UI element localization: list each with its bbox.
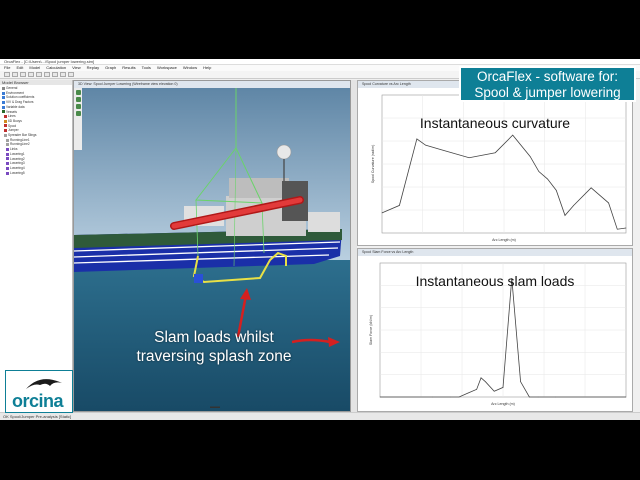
data-point bbox=[425, 144, 426, 146]
data-point bbox=[432, 396, 434, 398]
slam-plot-window[interactable]: Spool Slam Force vs Arc Length Arc Lengt… bbox=[357, 248, 633, 412]
tree-node-icon bbox=[6, 138, 9, 142]
tree-node-icon bbox=[6, 166, 9, 170]
annotation-line-2: traversing splash zone bbox=[136, 348, 292, 365]
data-point bbox=[381, 212, 383, 214]
tree-node-icon bbox=[6, 171, 9, 175]
data-point bbox=[467, 392, 469, 394]
wizard-icon[interactable] bbox=[68, 72, 74, 77]
y-axis-label: Spool Curvature (rad/m) bbox=[371, 145, 375, 184]
data-point bbox=[520, 381, 521, 382]
model-browser: Model Browser General Environment Solution… bbox=[0, 80, 73, 412]
slam-annotation: Slam loads whilst traversing splash zone bbox=[134, 328, 294, 366]
data-point bbox=[458, 396, 460, 398]
y-axis-label: Slam Force (kN/m) bbox=[369, 315, 373, 345]
data-point bbox=[616, 228, 618, 230]
tree-node-icon bbox=[4, 115, 7, 119]
logo-text: orcina bbox=[12, 391, 64, 411]
tree-node-icon bbox=[6, 152, 9, 156]
rotate-icon[interactable] bbox=[75, 90, 81, 95]
data-point bbox=[494, 152, 496, 154]
pause-icon[interactable] bbox=[36, 72, 42, 77]
curvature-chart: Arc Length (m) Spool Curvature (rad/m) bbox=[371, 94, 627, 242]
banner-line-2: Spool & jumper lowering bbox=[474, 85, 621, 100]
run-icon[interactable] bbox=[28, 72, 34, 77]
data-point bbox=[379, 396, 381, 398]
data-point bbox=[555, 190, 557, 191]
banner-line-1: OrcaFlex - software for: bbox=[476, 69, 619, 84]
data-point bbox=[564, 215, 566, 216]
tree-item-label: Lowering5 bbox=[10, 170, 25, 175]
data-point bbox=[529, 156, 531, 157]
open-icon[interactable] bbox=[12, 72, 18, 77]
tree-node-icon bbox=[2, 91, 5, 95]
data-point bbox=[493, 390, 495, 392]
reset-view-icon[interactable] bbox=[75, 111, 81, 116]
orca-icon bbox=[26, 379, 62, 389]
slam-plot-title: Instantaneous slam loads bbox=[415, 273, 575, 289]
tree-node-icon bbox=[6, 157, 9, 161]
tree-item[interactable]: Lowering5 bbox=[0, 171, 72, 176]
data-point bbox=[538, 171, 540, 172]
data-point bbox=[547, 178, 548, 180]
status-bar: OK Spool/Jumper Pre-analysis [Static] bbox=[0, 412, 640, 420]
tree-node-icon bbox=[2, 86, 5, 90]
tree-node-icon bbox=[4, 124, 7, 128]
tree-node-icon bbox=[6, 162, 9, 166]
tree-node-icon bbox=[6, 143, 9, 147]
data-point bbox=[625, 227, 627, 229]
pan-icon[interactable] bbox=[75, 97, 81, 102]
data-point bbox=[573, 205, 575, 206]
data-point bbox=[555, 396, 557, 398]
curvature-plot-window[interactable]: Spool Curvature vs Arc Length Arc Length… bbox=[357, 80, 633, 246]
tree-node-icon bbox=[4, 133, 7, 137]
annotation-line-1: Slam loads whilst bbox=[154, 329, 274, 346]
tree-node-icon bbox=[2, 105, 5, 109]
orcaflex-window: OrcaFlex - [C:\Users\...\Spool jumper lo… bbox=[0, 59, 640, 420]
tree-node-icon bbox=[6, 147, 9, 151]
data-point bbox=[512, 134, 514, 136]
tree-node-icon bbox=[2, 100, 5, 104]
orcina-logo: orcina bbox=[5, 370, 73, 413]
x-axis-label: Arc Length (m) bbox=[491, 402, 515, 406]
tree-node-icon bbox=[4, 129, 7, 133]
data-point bbox=[416, 138, 418, 140]
3d-view-title: 3D View: Spool Jumper Lowering (Wirefram… bbox=[74, 81, 350, 88]
x-axis-label: Arc Length (m) bbox=[492, 238, 516, 242]
save-icon[interactable] bbox=[20, 72, 26, 77]
data-point bbox=[468, 157, 470, 159]
new-icon[interactable] bbox=[4, 72, 10, 77]
data-point bbox=[608, 202, 609, 204]
software-banner: OrcaFlex - software for: Spool & jumper … bbox=[459, 66, 636, 102]
data-point bbox=[480, 377, 482, 379]
data-point bbox=[590, 187, 592, 189]
data-point bbox=[442, 149, 444, 151]
curvature-plot-title: Instantaneous curvature bbox=[419, 115, 571, 131]
data-point bbox=[537, 396, 539, 398]
tree-node-icon bbox=[2, 110, 5, 114]
data-point bbox=[529, 396, 530, 398]
tree-node-icon bbox=[2, 96, 5, 100]
data-point bbox=[449, 396, 451, 398]
graph-icon[interactable] bbox=[60, 72, 66, 77]
model-tree: General Environment Solution coefficients V… bbox=[0, 85, 72, 175]
replay-icon[interactable] bbox=[52, 72, 58, 77]
3d-view-tools bbox=[74, 88, 82, 150]
stop-icon[interactable] bbox=[44, 72, 50, 77]
data-point bbox=[625, 396, 627, 398]
data-point bbox=[476, 389, 477, 390]
data-point bbox=[502, 387, 504, 388]
slam-plot-arrow bbox=[291, 337, 340, 347]
svg-text:▬▬: ▬▬ bbox=[210, 404, 220, 410]
data-point bbox=[485, 381, 486, 382]
zoom-icon[interactable] bbox=[75, 104, 81, 109]
tree-node-icon bbox=[4, 119, 7, 123]
data-point bbox=[399, 205, 400, 206]
